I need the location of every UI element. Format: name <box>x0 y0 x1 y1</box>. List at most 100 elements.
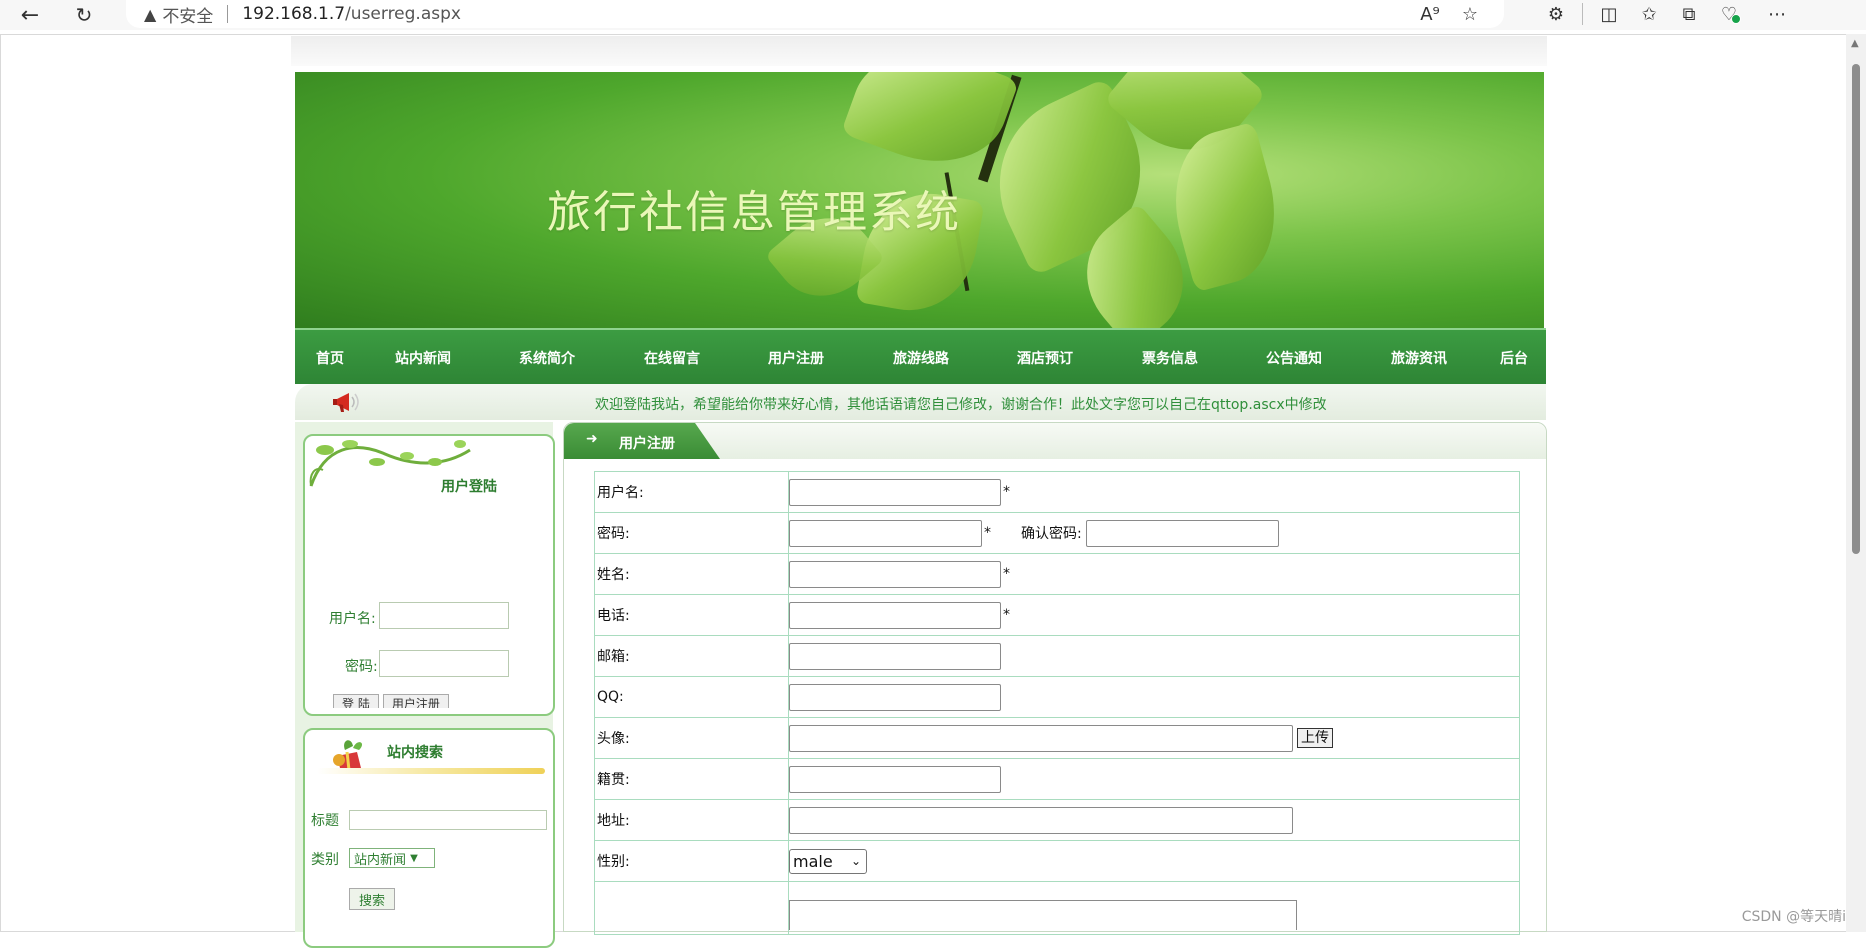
username-input[interactable] <box>789 479 1001 506</box>
status-dot <box>1731 14 1741 24</box>
url-separator <box>227 5 228 23</box>
search-category-select[interactable]: 站内新闻 ▼ <box>349 848 435 868</box>
password-label: 密码: <box>595 513 789 554</box>
megaphone-icon <box>331 390 361 414</box>
search-category-value: 站内新闻 <box>354 849 406 868</box>
nav-item-register[interactable]: 用户注册 <box>768 348 824 368</box>
avatar-label: 头像: <box>595 718 789 759</box>
nav-item-routes[interactable]: 旅游线路 <box>893 348 949 368</box>
search-title-input[interactable] <box>349 810 547 830</box>
login-password-input[interactable] <box>379 650 509 677</box>
hometown-input[interactable] <box>789 766 1001 793</box>
confirm-password-input[interactable] <box>1086 520 1279 547</box>
left-sidebar: 用户登陆 用户名: 密码: 登 陆 用户注册 站内搜索 标题 类别 站内 <box>295 422 553 932</box>
tab-register-label: 用户注册 <box>619 433 675 453</box>
required-mark: * <box>1003 484 1010 500</box>
nav-item-travel-info[interactable]: 旅游资讯 <box>1391 348 1447 368</box>
arrow-right-icon: ➜ <box>586 431 598 447</box>
gender-select[interactable]: male ⌄ <box>789 849 867 874</box>
required-mark: * <box>1003 566 1010 582</box>
split-screen-icon[interactable]: ◫ <box>1589 0 1629 28</box>
email-label: 邮箱: <box>595 636 789 677</box>
password-input[interactable] <box>789 520 982 547</box>
required-mark: * <box>1003 607 1010 623</box>
main-navbar: 首页 站内新闻 系统简介 在线留言 用户注册 旅游线路 酒店预订 票务信息 公告… <box>295 328 1546 384</box>
header-banner: 旅行社信息管理系统 <box>295 72 1544 328</box>
favorite-star-icon[interactable]: ☆ <box>1450 0 1490 28</box>
scroll-up-icon[interactable]: ▲ <box>1851 38 1859 49</box>
address-bar[interactable]: ▲ 不安全 192.168.1.7/userreg.aspx A⁹ ☆ <box>126 0 1504 28</box>
username-label: 用户名: <box>595 472 789 513</box>
collections-icon[interactable]: ⧉ <box>1669 0 1709 28</box>
hometown-label: 籍贯: <box>595 759 789 800</box>
browser-essentials-icon[interactable]: ♡ <box>1709 0 1749 28</box>
favorites-icon[interactable]: ✩ <box>1629 0 1669 28</box>
security-label: 不安全 <box>162 2 213 27</box>
form-row-description <box>595 882 1520 935</box>
login-buttons: 登 陆 用户注册 <box>333 694 449 708</box>
toolbar-divider <box>1582 3 1583 25</box>
reload-icon[interactable]: ↻ <box>68 1 100 29</box>
name-input[interactable] <box>789 561 1001 588</box>
address-label: 地址: <box>595 800 789 841</box>
search-button[interactable]: 搜索 <box>349 888 395 910</box>
form-row-avatar: 头像: 上传 <box>595 718 1520 759</box>
login-button[interactable]: 登 陆 <box>333 694 379 708</box>
form-row-name: 姓名: * <box>595 554 1520 595</box>
confirm-password-label: 确认密码: <box>1021 523 1082 543</box>
form-row-qq: QQ: <box>595 677 1520 718</box>
qq-label: QQ: <box>595 677 789 718</box>
nav-item-notices[interactable]: 公告通知 <box>1266 348 1322 368</box>
register-button[interactable]: 用户注册 <box>383 694 449 708</box>
vertical-scrollbar[interactable]: ▲ <box>1846 34 1866 932</box>
form-row-email: 邮箱: <box>595 636 1520 677</box>
url-text: 192.168.1.7/userreg.aspx <box>242 4 461 24</box>
nav-item-hotel[interactable]: 酒店预订 <box>1017 348 1073 368</box>
required-mark: * <box>984 525 991 541</box>
login-password-label: 密码: <box>345 656 378 676</box>
nav-item-about[interactable]: 系统简介 <box>519 348 575 368</box>
site-search-panel: 站内搜索 标题 类别 站内新闻 ▼ 搜索 <box>303 728 555 948</box>
scroll-thumb[interactable] <box>1852 64 1860 554</box>
nav-item-home[interactable]: 首页 <box>316 348 344 368</box>
read-aloud-icon[interactable]: A⁹ <box>1410 0 1450 28</box>
name-label: 姓名: <box>595 554 789 595</box>
form-row-hometown: 籍贯: <box>595 759 1520 800</box>
warning-icon: ▲ <box>144 5 156 24</box>
site-container: 旅行社信息管理系统 首页 站内新闻 系统简介 在线留言 用户注册 旅游线路 酒店… <box>291 36 1547 932</box>
address-input[interactable] <box>789 807 1293 834</box>
registration-panel: ➜ 用户注册 用户名: * 密码: *确认密码: 姓名: * 电话: * 邮箱 <box>563 422 1547 932</box>
login-panel: 用户登陆 用户名: 密码: 登 陆 用户注册 <box>303 434 555 716</box>
form-row-gender: 性别: male⌄ <box>595 841 1520 882</box>
search-title-underline <box>317 768 545 774</box>
watermark: CSDN @等天晴i <box>1742 906 1846 926</box>
nav-item-news[interactable]: 站内新闻 <box>395 348 451 368</box>
url-host: 192.168.1.7 <box>242 4 345 24</box>
chevron-down-icon: ⌄ <box>851 850 861 873</box>
qq-input[interactable] <box>789 684 1001 711</box>
nav-item-tickets[interactable]: 票务信息 <box>1142 348 1198 368</box>
phone-input[interactable] <box>789 602 1001 629</box>
email-input[interactable] <box>789 643 1001 670</box>
phone-label: 电话: <box>595 595 789 636</box>
form-row-password: 密码: * 确认密码: <box>595 513 1520 554</box>
registration-form: 用户名: * 密码: * 确认密码: 姓名: * 电话: * 邮箱: QQ: <box>594 471 1520 935</box>
site-title: 旅行社信息管理系统 <box>547 176 961 240</box>
search-title: 站内搜索 <box>387 742 443 762</box>
description-textarea[interactable] <box>789 900 1297 930</box>
gender-value: male <box>793 852 833 871</box>
form-row-phone: 电话: * <box>595 595 1520 636</box>
extensions-icon[interactable]: ⚙ <box>1536 0 1576 28</box>
nav-item-guestbook[interactable]: 在线留言 <box>644 348 700 368</box>
search-title-label: 标题 <box>311 810 339 830</box>
back-icon[interactable]: ← <box>14 1 46 29</box>
more-options-icon[interactable]: ⋯ <box>1757 0 1797 28</box>
nav-item-admin[interactable]: 后台 <box>1500 348 1528 368</box>
login-username-input[interactable] <box>379 602 509 629</box>
tab-register: ➜ 用户注册 <box>564 423 720 459</box>
login-username-label: 用户名: <box>329 608 376 628</box>
upload-button[interactable]: 上传 <box>1297 728 1333 748</box>
avatar-path-input[interactable] <box>789 725 1293 752</box>
announcement-bar: 欢迎登陆我站，希望能给你带来好心情，其他话语请您自己修改，谢谢合作！此处文字您可… <box>295 384 1546 420</box>
form-row-address: 地址: <box>595 800 1520 841</box>
